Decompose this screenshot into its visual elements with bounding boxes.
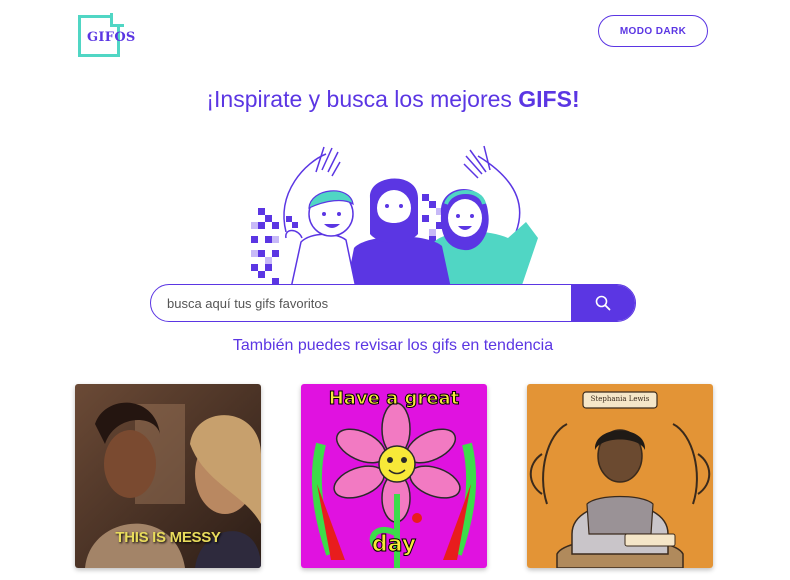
logo-text: GIFOS — [87, 30, 136, 45]
dark-mode-button[interactable]: MODO DARK — [598, 15, 708, 47]
gif-caption-top: Have a great — [328, 388, 460, 410]
gif-caption-banner: Stephania Lewis — [590, 395, 650, 403]
gif-card-have-a-great-day[interactable]: Have a great day — [301, 384, 487, 568]
search-icon — [595, 295, 611, 311]
search-button[interactable] — [571, 285, 635, 321]
gif-caption-bottom: day — [371, 532, 417, 558]
headline-text: ¡Inspirate y busca los mejores — [206, 86, 519, 112]
logo-folded-corner — [110, 13, 124, 27]
trending-link[interactable]: También puedes revisar los gifs en tende… — [0, 337, 786, 355]
gif-card-this-is-messy[interactable]: THIS IS MESSY — [75, 384, 261, 568]
page-title: ¡Inspirate y busca los mejores GIFS! — [0, 86, 786, 113]
gif-caption: THIS IS MESSY — [115, 529, 221, 546]
headline-highlight: GIFS! — [518, 86, 580, 112]
gif-card-art-portrait[interactable]: Stephania Lewis — [527, 384, 713, 568]
gif-image-art-portrait — [527, 384, 713, 568]
search-bar — [150, 284, 636, 322]
search-input[interactable] — [151, 285, 571, 321]
gifos-logo[interactable]: GIFOS — [78, 13, 135, 59]
hero-illustration — [251, 145, 538, 288]
